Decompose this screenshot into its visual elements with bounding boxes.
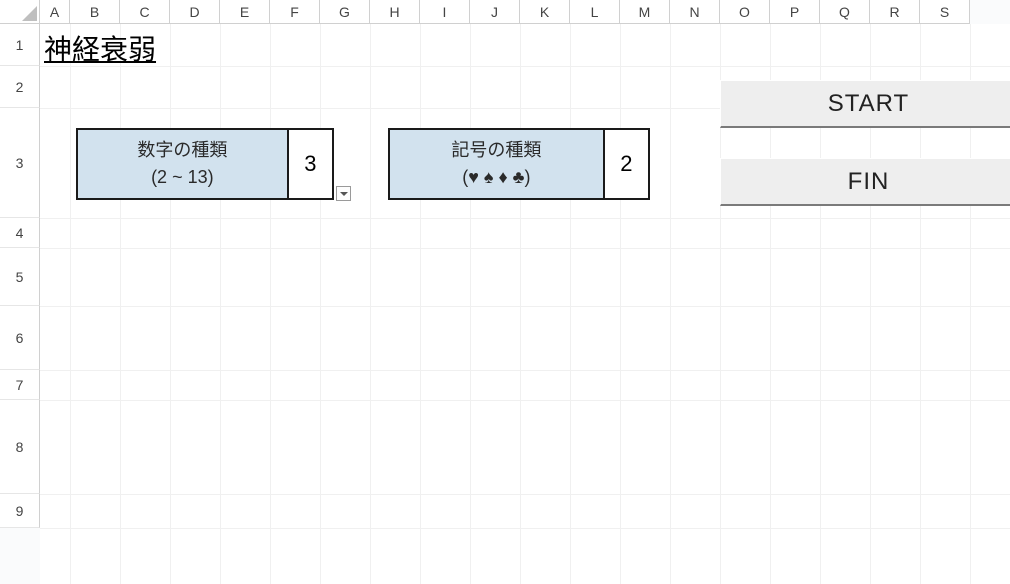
gridline-vertical <box>320 24 321 584</box>
column-header[interactable]: O <box>720 0 770 24</box>
suits-value-cell[interactable]: 2 <box>605 130 648 198</box>
page-title: 神経衰弱 <box>44 28 156 68</box>
row-header[interactable]: 9 <box>0 494 40 528</box>
column-header[interactable]: K <box>520 0 570 24</box>
gridline-vertical <box>570 24 571 584</box>
worksheet-grid[interactable]: 神経衰弱 数字の種類 (2 ~ 13) 3 記号の種類 (♥ ♠ ♦ ♣) 2 … <box>40 24 1010 584</box>
column-header[interactable]: S <box>920 0 970 24</box>
column-header[interactable]: D <box>170 0 220 24</box>
gridline-horizontal <box>40 248 1010 249</box>
row-header[interactable]: 2 <box>0 66 40 108</box>
column-header[interactable]: N <box>670 0 720 24</box>
column-header[interactable]: P <box>770 0 820 24</box>
column-header[interactable]: A <box>40 0 70 24</box>
suits-label-line1: 記号の種類 <box>451 137 541 164</box>
numbers-setting-box: 数字の種類 (2 ~ 13) 3 <box>76 128 334 200</box>
numbers-dropdown-button[interactable] <box>336 186 351 201</box>
gridline-vertical <box>520 24 521 584</box>
gridline-vertical <box>470 24 471 584</box>
gridline-vertical <box>270 24 271 584</box>
row-header[interactable]: 1 <box>0 24 40 66</box>
suits-setting-label: 記号の種類 (♥ ♠ ♦ ♣) <box>390 130 605 198</box>
column-header[interactable]: B <box>70 0 120 24</box>
column-headers: ABCDEFGHIJKLMNOPQRS <box>40 0 970 24</box>
numbers-label-line1: 数字の種類 <box>137 137 227 164</box>
gridline-vertical <box>670 24 671 584</box>
gridline-horizontal <box>40 66 1010 67</box>
row-header[interactable]: 8 <box>0 400 40 494</box>
gridline-vertical <box>620 24 621 584</box>
gridline-vertical <box>420 24 421 584</box>
column-header[interactable]: Q <box>820 0 870 24</box>
row-headers: 123456789 <box>0 24 40 528</box>
gridline-horizontal <box>40 370 1010 371</box>
gridline-vertical <box>120 24 121 584</box>
column-header[interactable]: R <box>870 0 920 24</box>
fin-button[interactable]: FIN <box>720 158 1010 206</box>
column-header[interactable]: F <box>270 0 320 24</box>
gridline-vertical <box>70 24 71 584</box>
row-header[interactable]: 4 <box>0 218 40 248</box>
gridline-horizontal <box>40 306 1010 307</box>
column-header[interactable]: I <box>420 0 470 24</box>
gridline-horizontal <box>40 494 1010 495</box>
row-header[interactable]: 5 <box>0 248 40 306</box>
row-header[interactable]: 7 <box>0 370 40 400</box>
select-all-corner[interactable] <box>0 0 40 24</box>
column-header[interactable]: J <box>470 0 520 24</box>
row-header[interactable]: 6 <box>0 306 40 370</box>
column-header[interactable]: E <box>220 0 270 24</box>
column-header[interactable]: M <box>620 0 670 24</box>
gridline-vertical <box>170 24 171 584</box>
column-header[interactable]: H <box>370 0 420 24</box>
numbers-label-line2: (2 ~ 13) <box>151 164 214 191</box>
gridline-vertical <box>370 24 371 584</box>
gridline-vertical <box>220 24 221 584</box>
start-button[interactable]: START <box>720 80 1010 128</box>
row-header[interactable]: 3 <box>0 108 40 218</box>
column-header[interactable]: L <box>570 0 620 24</box>
gridline-horizontal <box>40 528 1010 529</box>
numbers-value-cell[interactable]: 3 <box>289 130 332 198</box>
column-header[interactable]: G <box>320 0 370 24</box>
gridline-horizontal <box>40 218 1010 219</box>
column-header[interactable]: C <box>120 0 170 24</box>
gridline-horizontal <box>40 400 1010 401</box>
suits-label-line2: (♥ ♠ ♦ ♣) <box>462 164 530 191</box>
numbers-setting-label: 数字の種類 (2 ~ 13) <box>78 130 289 198</box>
suits-setting-box: 記号の種類 (♥ ♠ ♦ ♣) 2 <box>388 128 650 200</box>
